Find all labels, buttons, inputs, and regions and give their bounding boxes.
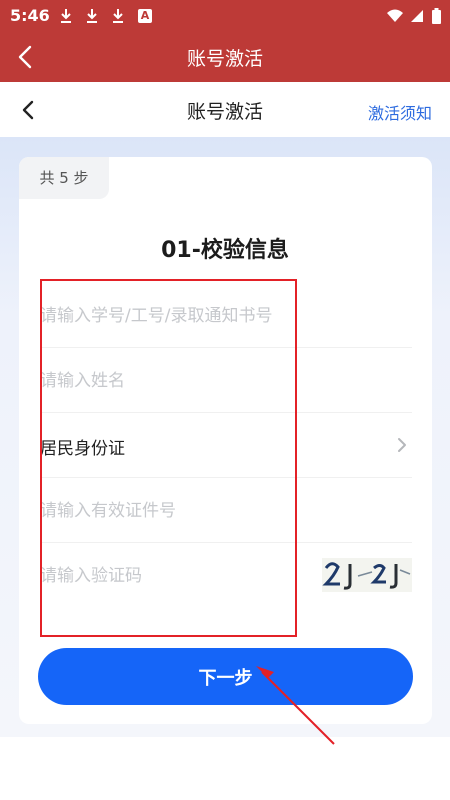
page-header: 账号激活 激活须知 xyxy=(0,82,450,137)
signal-icon xyxy=(411,10,423,22)
download-icon xyxy=(113,9,123,23)
captcha-input[interactable] xyxy=(40,544,280,608)
download-icon xyxy=(87,9,97,23)
status-time: 5:46 xyxy=(10,6,50,25)
status-bar: 5:46 A xyxy=(0,0,450,32)
app-notification-icon: A xyxy=(138,9,152,23)
name-input[interactable] xyxy=(40,349,300,413)
cert-number-input[interactable] xyxy=(40,479,300,543)
captcha-row xyxy=(40,544,412,608)
app-badge-letter: A xyxy=(140,9,150,22)
student-id-input[interactable] xyxy=(40,284,300,348)
step-title: 01-校验信息 xyxy=(161,238,289,263)
id-type-selector[interactable]: 居民身份证 xyxy=(40,414,412,478)
app-bar-title: 账号激活 xyxy=(186,48,263,70)
captcha-image[interactable] xyxy=(322,558,412,592)
cert-number-row xyxy=(40,479,412,543)
wifi-icon xyxy=(387,9,403,22)
next-step-button[interactable]: 下一步 xyxy=(38,648,413,705)
id-type-value: 居民身份证 xyxy=(40,439,125,459)
download-icon xyxy=(61,9,71,23)
battery-icon xyxy=(432,8,441,24)
student-id-row xyxy=(40,284,412,348)
steps-badge: 共 5 步 xyxy=(19,157,109,199)
app-bar: 账号激活 xyxy=(0,32,450,82)
chevron-right-icon xyxy=(398,438,406,452)
activation-notice-link[interactable]: 激活须知 xyxy=(368,100,432,124)
name-row xyxy=(40,349,412,413)
